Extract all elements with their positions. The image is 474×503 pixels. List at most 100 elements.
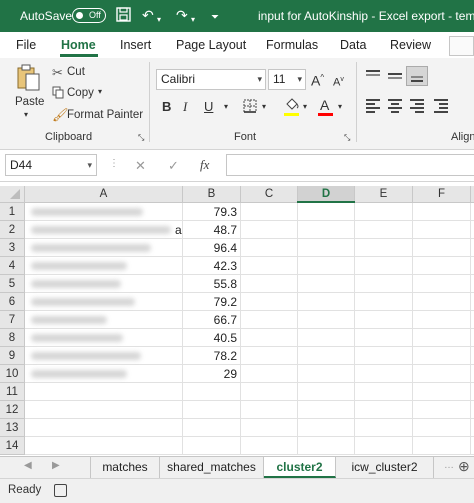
cell-c2[interactable]	[241, 221, 298, 239]
cancel-icon[interactable]: ✕	[135, 158, 146, 174]
undo-dropdown-icon[interactable]: ▾	[157, 12, 161, 28]
cell-d13[interactable]	[298, 419, 355, 437]
cell-f11[interactable]	[413, 383, 471, 401]
cell-e14[interactable]	[355, 437, 413, 455]
cell-e6[interactable]	[355, 293, 413, 311]
cell-c11[interactable]	[241, 383, 298, 401]
cell-e13[interactable]	[355, 419, 413, 437]
cell-b11[interactable]	[183, 383, 241, 401]
cell-c13[interactable]	[241, 419, 298, 437]
borders-dropdown-icon[interactable]: ▾	[262, 102, 266, 111]
sheet-tab-shared-matches[interactable]: shared_matches	[160, 457, 264, 478]
cell-c12[interactable]	[241, 401, 298, 419]
cell-a12[interactable]	[25, 401, 183, 419]
enter-icon[interactable]: ✓	[168, 158, 179, 174]
row-header-7[interactable]: 7	[0, 311, 25, 329]
cell-d14[interactable]	[298, 437, 355, 455]
row-header-8[interactable]: 8	[0, 329, 25, 347]
cell-c3[interactable]	[241, 239, 298, 257]
row-header-6[interactable]: 6	[0, 293, 25, 311]
cell-f8[interactable]	[413, 329, 471, 347]
cell-e5[interactable]	[355, 275, 413, 293]
add-sheet-icon[interactable]: ⊕	[458, 458, 470, 475]
redo-icon[interactable]: ↷	[176, 7, 188, 23]
row-header-14[interactable]: 14	[0, 437, 25, 455]
cell-a14[interactable]	[25, 437, 183, 455]
cell-b8[interactable]: 40.5	[183, 329, 241, 347]
cell-f10[interactable]	[413, 365, 471, 383]
redo-dropdown-icon[interactable]: ▾	[191, 12, 195, 28]
cell-e9[interactable]	[355, 347, 413, 365]
cell-c8[interactable]	[241, 329, 298, 347]
tab-review[interactable]: Review	[390, 38, 431, 52]
cell-d9[interactable]	[298, 347, 355, 365]
autosave-toggle[interactable]: Off	[72, 8, 106, 23]
cell-a4[interactable]	[25, 257, 183, 275]
row-header-3[interactable]: 3	[0, 239, 25, 257]
cell-b6[interactable]: 79.2	[183, 293, 241, 311]
cell-d3[interactable]	[298, 239, 355, 257]
underline-button[interactable]: U	[204, 99, 213, 115]
font-size-select[interactable]: 11 ▾	[268, 69, 306, 90]
row-header-2[interactable]: 2	[0, 221, 25, 239]
cell-c6[interactable]	[241, 293, 298, 311]
tab-page-layout[interactable]: Page Layout	[176, 38, 246, 52]
cell-d6[interactable]	[298, 293, 355, 311]
cell-f3[interactable]	[413, 239, 471, 257]
cell-b14[interactable]	[183, 437, 241, 455]
row-header-11[interactable]: 11	[0, 383, 25, 401]
cell-f5[interactable]	[413, 275, 471, 293]
column-header-b[interactable]: B	[183, 186, 241, 203]
cell-f13[interactable]	[413, 419, 471, 437]
row-header-4[interactable]: 4	[0, 257, 25, 275]
select-all-button[interactable]	[0, 186, 25, 203]
cell-e11[interactable]	[355, 383, 413, 401]
font-launcher-icon[interactable]: ⤡	[344, 133, 350, 143]
cell-a8[interactable]	[25, 329, 183, 347]
underline-dropdown-icon[interactable]: ▾	[224, 102, 228, 111]
align-left-icon[interactable]	[366, 98, 380, 113]
row-header-1[interactable]: 1	[0, 203, 25, 221]
cell-a13[interactable]	[25, 419, 183, 437]
name-box[interactable]: D44 ▾	[5, 154, 97, 176]
borders-icon[interactable]	[243, 99, 257, 117]
cell-f6[interactable]	[413, 293, 471, 311]
cell-d1[interactable]	[298, 203, 355, 221]
font-color-dropdown-icon[interactable]: ▾	[338, 102, 342, 111]
cell-d5[interactable]	[298, 275, 355, 293]
cell-b1[interactable]: 79.3	[183, 203, 241, 221]
cell-b2[interactable]: 48.7	[183, 221, 241, 239]
cell-e1[interactable]	[355, 203, 413, 221]
row-header-5[interactable]: 5	[0, 275, 25, 293]
customize-toolbar-icon[interactable]: ⏷	[211, 10, 219, 26]
cell-f9[interactable]	[413, 347, 471, 365]
cell-f1[interactable]	[413, 203, 471, 221]
fill-color-dropdown-icon[interactable]: ▾	[303, 102, 307, 111]
row-header-12[interactable]: 12	[0, 401, 25, 419]
shrink-font-icon[interactable]: Av	[333, 72, 344, 91]
cell-a2[interactable]: a	[25, 221, 183, 239]
insert-function-button[interactable]: fx	[200, 157, 209, 173]
cell-b12[interactable]	[183, 401, 241, 419]
indent-icon[interactable]	[434, 98, 448, 113]
cell-a7[interactable]	[25, 311, 183, 329]
tab-insert[interactable]: Insert	[120, 38, 151, 52]
cell-b9[interactable]: 78.2	[183, 347, 241, 365]
cell-e3[interactable]	[355, 239, 413, 257]
tab-file[interactable]: File	[16, 38, 36, 52]
tab-home[interactable]: Home	[61, 38, 96, 52]
column-header-e[interactable]: E	[355, 186, 413, 203]
cell-c10[interactable]	[241, 365, 298, 383]
more-sheets-icon[interactable]: …	[444, 460, 454, 471]
cut-button[interactable]: Cut	[67, 66, 85, 78]
cell-e12[interactable]	[355, 401, 413, 419]
cell-c9[interactable]	[241, 347, 298, 365]
cell-a3[interactable]	[25, 239, 183, 257]
tab-scroll-left-icon[interactable]: ◀	[24, 460, 32, 471]
cell-f4[interactable]	[413, 257, 471, 275]
cell-f12[interactable]	[413, 401, 471, 419]
align-bottom-icon[interactable]	[406, 66, 428, 86]
tab-formulas[interactable]: Formulas	[266, 38, 318, 52]
column-header-c[interactable]: C	[241, 186, 298, 203]
cell-e10[interactable]	[355, 365, 413, 383]
